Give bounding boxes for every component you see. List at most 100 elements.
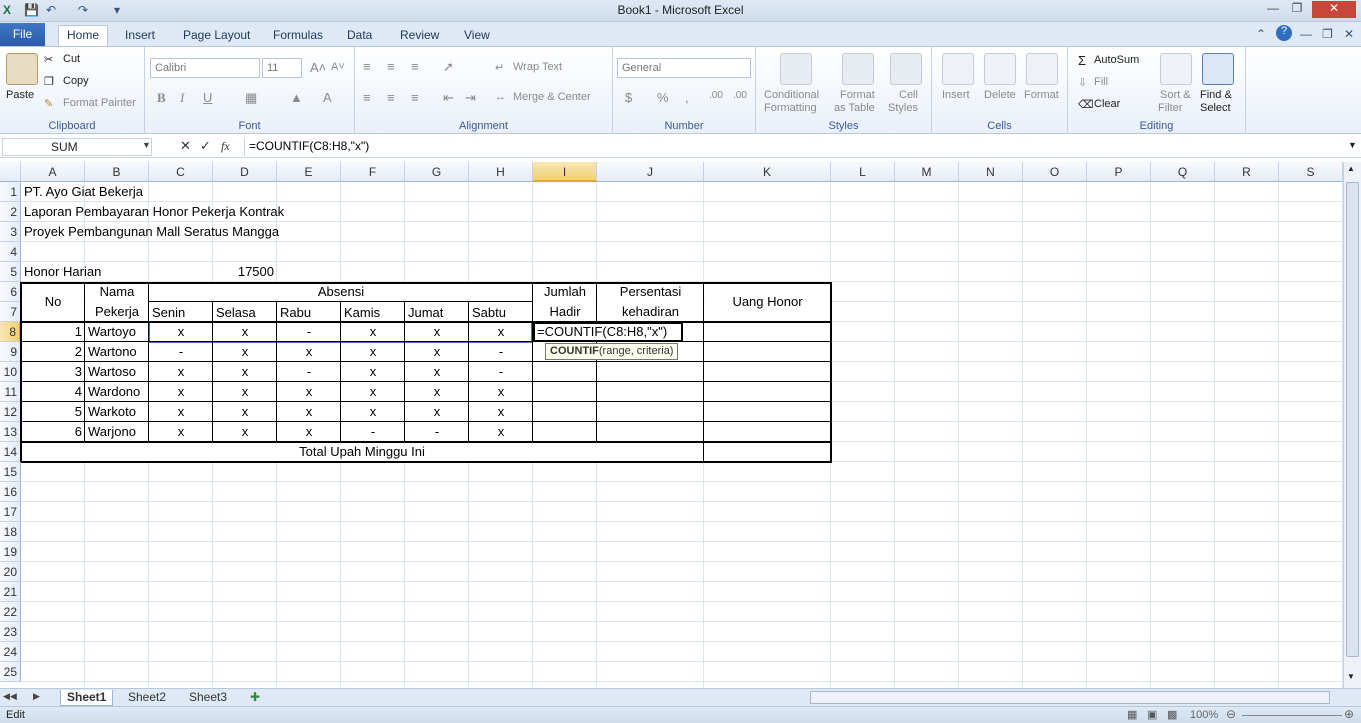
expand-formula-bar-icon[interactable]: ▼ (1348, 140, 1357, 150)
normal-view-icon[interactable]: ▦ (1127, 708, 1137, 721)
cell-styles-label-1[interactable]: Cell (899, 89, 918, 101)
format-painter-button[interactable]: Format Painter (63, 97, 136, 109)
format-painter-icon[interactable]: ✎ (44, 97, 53, 110)
wrap-text-icon[interactable]: ↵ (495, 61, 504, 74)
find-select-label-1[interactable]: Find & (1200, 89, 1232, 101)
horizontal-scrollbar[interactable] (810, 691, 1330, 704)
tooltip-function-name[interactable]: COUNTIF (550, 345, 599, 357)
find-select-icon[interactable] (1202, 53, 1234, 85)
comma-icon[interactable]: , (685, 90, 689, 105)
column-header[interactable]: R (1215, 162, 1279, 182)
font-color-icon[interactable]: A (323, 90, 332, 105)
insert-sheet-icon[interactable]: ✚ (250, 690, 260, 704)
column-header[interactable]: D (213, 162, 277, 182)
italic-icon[interactable]: I (180, 90, 184, 106)
row-header[interactable]: 9 (0, 342, 21, 362)
row-header[interactable]: 7 (0, 302, 21, 322)
align-top-icon[interactable]: ≡ (363, 59, 371, 74)
row-header[interactable]: 17 (0, 502, 21, 522)
column-header[interactable]: K (704, 162, 831, 182)
zoom-in-icon[interactable]: ⊕ (1344, 707, 1354, 721)
row-header[interactable]: 21 (0, 582, 21, 602)
column-header[interactable]: J (597, 162, 704, 182)
row-header[interactable]: 11 (0, 382, 21, 402)
column-header[interactable]: F (341, 162, 405, 182)
tab-file[interactable]: File (0, 23, 45, 46)
borders-icon[interactable]: ▦ (245, 90, 257, 106)
column-header[interactable]: C (149, 162, 213, 182)
shrink-font-icon[interactable]: A˅ (331, 61, 345, 73)
insert-cells-button[interactable]: Insert (942, 89, 970, 101)
fill-icon[interactable]: ⇩ (1078, 76, 1087, 89)
doc-restore-icon[interactable]: ❐ (1322, 27, 1333, 41)
name-box[interactable]: SUM (2, 138, 152, 156)
clear-button[interactable]: Clear (1094, 98, 1120, 110)
row-header[interactable]: 25 (0, 662, 21, 682)
merge-center-icon[interactable]: ↔ (495, 91, 506, 103)
fill-color-icon[interactable]: ▲ (290, 90, 303, 105)
insert-function-icon[interactable]: fx (221, 139, 230, 154)
row-header[interactable]: 19 (0, 542, 21, 562)
row-header[interactable]: 16 (0, 482, 21, 502)
scroll-down-icon[interactable]: ▼ (1347, 672, 1355, 681)
fill-button[interactable]: Fill (1094, 76, 1108, 88)
autosum-icon[interactable]: Σ (1078, 53, 1086, 68)
row-header[interactable]: 12 (0, 402, 21, 422)
column-header[interactable]: G (405, 162, 469, 182)
vertical-scroll-thumb[interactable] (1346, 182, 1359, 657)
cut-icon[interactable]: ✂ (44, 53, 53, 66)
sheet-tab-3[interactable]: Sheet3 (183, 690, 233, 706)
column-header[interactable]: A (21, 162, 85, 182)
scroll-up-icon[interactable]: ▲ (1347, 164, 1355, 173)
font-size-select[interactable]: 11 (262, 58, 302, 78)
decrease-indent-icon[interactable]: ⇤ (443, 90, 454, 106)
row-header[interactable]: 1 (0, 182, 21, 202)
copy-icon[interactable]: ❐ (44, 75, 54, 88)
column-header[interactable]: O (1023, 162, 1087, 182)
increase-decimal-icon[interactable]: .00 (709, 90, 723, 101)
column-header[interactable]: Q (1151, 162, 1215, 182)
tab-view[interactable]: View (464, 26, 490, 46)
row-header[interactable]: 20 (0, 562, 21, 582)
grow-font-icon[interactable]: A˄ (310, 60, 326, 75)
zoom-level[interactable]: 100% (1190, 709, 1218, 721)
find-select-label-2[interactable]: Select (1200, 102, 1231, 114)
help-icon[interactable]: ? (1276, 25, 1292, 41)
tab-home[interactable]: Home (58, 25, 108, 46)
decrease-decimal-icon[interactable]: .00 (733, 90, 747, 101)
spreadsheet-grid[interactable]: A B C D E F G H I J K L M N O P Q R S 1 2 3 4 5 6 7 8 9 10 11 12 13 14 15… (0, 162, 1343, 688)
align-bottom-icon[interactable]: ≡ (411, 59, 419, 74)
column-header[interactable]: H (469, 162, 533, 182)
row-header[interactable]: 3 (0, 222, 21, 242)
column-header[interactable]: E (277, 162, 341, 182)
format-as-table-icon[interactable] (842, 53, 874, 85)
formula-input[interactable]: =COUNTIF(C8:H8,"x") (244, 138, 1346, 156)
select-all-corner[interactable] (0, 162, 21, 182)
align-center-icon[interactable]: ≡ (387, 90, 395, 105)
name-box-dropdown-icon[interactable]: ▼ (142, 140, 151, 150)
format-cells-icon[interactable] (1026, 53, 1058, 85)
doc-close-icon[interactable]: ✕ (1344, 27, 1354, 41)
tab-insert[interactable]: Insert (125, 26, 155, 46)
underline-icon[interactable]: U (203, 90, 212, 105)
doc-minimize-icon[interactable]: — (1300, 27, 1312, 41)
cut-button[interactable]: Cut (63, 53, 80, 65)
minimize-icon[interactable]: — (1262, 1, 1284, 18)
restore-icon[interactable]: ❐ (1286, 1, 1308, 18)
clear-icon[interactable]: ⌫ (1078, 98, 1094, 111)
row-header[interactable]: 13 (0, 422, 21, 442)
row-header[interactable]: 14 (0, 442, 21, 462)
sheet-tab-1[interactable]: Sheet1 (60, 690, 114, 706)
column-header[interactable]: M (895, 162, 959, 182)
row-header[interactable]: 23 (0, 622, 21, 642)
cancel-entry-icon[interactable]: ✕ (180, 138, 191, 154)
sort-filter-icon[interactable] (1160, 53, 1192, 85)
active-cell-formula[interactable]: =COUNTIF(C8:H8,"x") (537, 324, 667, 339)
enter-entry-icon[interactable]: ✓ (200, 138, 211, 154)
paste-button[interactable]: Paste (6, 89, 34, 101)
conditional-formatting-icon[interactable] (780, 53, 812, 85)
paste-icon[interactable] (6, 53, 38, 85)
bold-icon[interactable]: B (157, 90, 166, 106)
orientation-icon[interactable]: ➚ (443, 59, 454, 75)
row-header[interactable]: 6 (0, 282, 21, 302)
